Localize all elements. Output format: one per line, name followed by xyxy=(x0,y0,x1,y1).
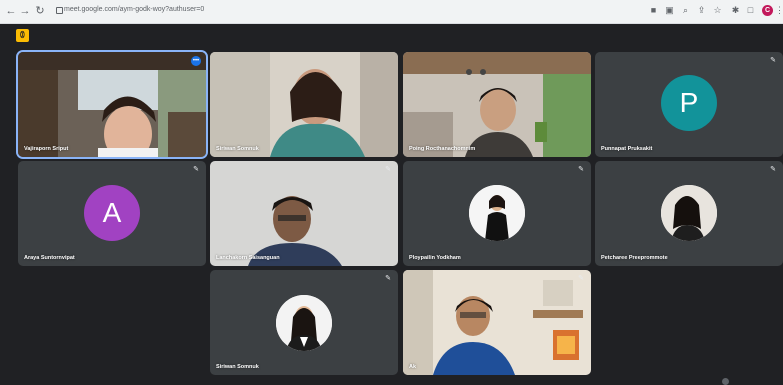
share-icon[interactable]: ⇪ xyxy=(696,5,707,16)
participant-name: Siriwan Somnuk xyxy=(216,364,259,370)
video-feed xyxy=(210,52,398,157)
reload-icon[interactable]: ↻ xyxy=(33,4,47,18)
translate-icon[interactable]: ▣ xyxy=(664,5,675,16)
participant-name: Araya Suntornvipat xyxy=(24,255,75,261)
camera-icon[interactable]: ■ xyxy=(648,5,659,16)
participant-tile[interactable]: P ✎ Punnapat Pruksakit xyxy=(595,52,783,157)
participant-tile[interactable]: A ✎ Araya Suntornvipat xyxy=(18,161,206,266)
mic-off-icon: ✎ xyxy=(385,166,391,173)
participant-avatar: A xyxy=(84,185,140,241)
participant-avatar xyxy=(276,295,332,351)
sidepanel-icon[interactable]: □ xyxy=(745,5,756,16)
participant-name: Ak xyxy=(409,364,417,370)
video-feed xyxy=(18,52,206,157)
participant-name: Lanchakorn Saisanguan xyxy=(216,255,280,261)
mic-off-icon: ✎ xyxy=(385,275,391,282)
participant-name: Petcharee Preeprommote xyxy=(601,255,668,261)
extensions-icon[interactable]: ✱ xyxy=(730,5,741,16)
mic-off-icon: ✎ xyxy=(770,166,776,173)
video-feed xyxy=(403,270,591,375)
lock-icon[interactable] xyxy=(56,7,63,14)
mic-off-icon: ✎ xyxy=(193,166,199,173)
participant-name: Ploypailin Yodkham xyxy=(409,255,461,261)
participant-tile[interactable]: Poing Rocthanachomnim xyxy=(403,52,591,157)
participant-name: Punnapat Pruksakit xyxy=(601,146,653,152)
participant-tile[interactable]: ••• Vajiraporn Sriput xyxy=(18,52,206,157)
mic-off-icon: ✎ xyxy=(770,57,776,64)
participant-name: Poing Rocthanachomnim xyxy=(409,146,476,152)
speaking-indicator-icon: ••• xyxy=(191,56,201,66)
mic-off-icon: ✎ xyxy=(578,275,584,282)
participant-tile[interactable]: Siriwan Somnuk xyxy=(210,52,398,157)
browser-toolbar: ← → ↻ meet.google.com/aym-godk-woy?authu… xyxy=(0,0,783,24)
video-feed xyxy=(403,52,591,157)
participant-tile[interactable]: ✎ Ak xyxy=(403,270,591,375)
participant-tile[interactable]: ✎ Lanchakorn Saisanguan xyxy=(210,161,398,266)
back-icon[interactable]: ← xyxy=(4,4,18,18)
participant-name: Siriwan Somnuk xyxy=(216,146,259,152)
profile-avatar[interactable]: C xyxy=(762,5,773,16)
participant-avatar xyxy=(661,185,717,241)
participant-name: Vajiraporn Sriput xyxy=(24,146,69,152)
forward-icon[interactable]: → xyxy=(18,4,32,18)
participant-tile[interactable]: ✎ Siriwan Somnuk xyxy=(210,270,398,375)
scroll-indicator-icon xyxy=(722,378,729,385)
mic-off-icon: ✎ xyxy=(578,166,584,173)
address-bar[interactable]: meet.google.com/aym-godk-woy?authuser=0 xyxy=(64,6,204,13)
zoom-icon[interactable]: ⌕ xyxy=(680,5,691,16)
meeting-badge-icon[interactable]: ꀧ xyxy=(16,29,29,42)
star-icon[interactable]: ☆ xyxy=(712,5,723,16)
menu-icon[interactable]: ⋮ xyxy=(775,5,783,16)
participant-tile[interactable]: ✎ Ploypailin Yodkham xyxy=(403,161,591,266)
participant-avatar: P xyxy=(661,75,717,131)
participant-tile[interactable]: ✎ Petcharee Preeprommote xyxy=(595,161,783,266)
participant-avatar xyxy=(469,185,525,241)
meet-grid: ꀧ ••• Vajiraporn Sriput Siriwan Somnuk P… xyxy=(0,24,783,385)
video-feed xyxy=(210,161,398,266)
